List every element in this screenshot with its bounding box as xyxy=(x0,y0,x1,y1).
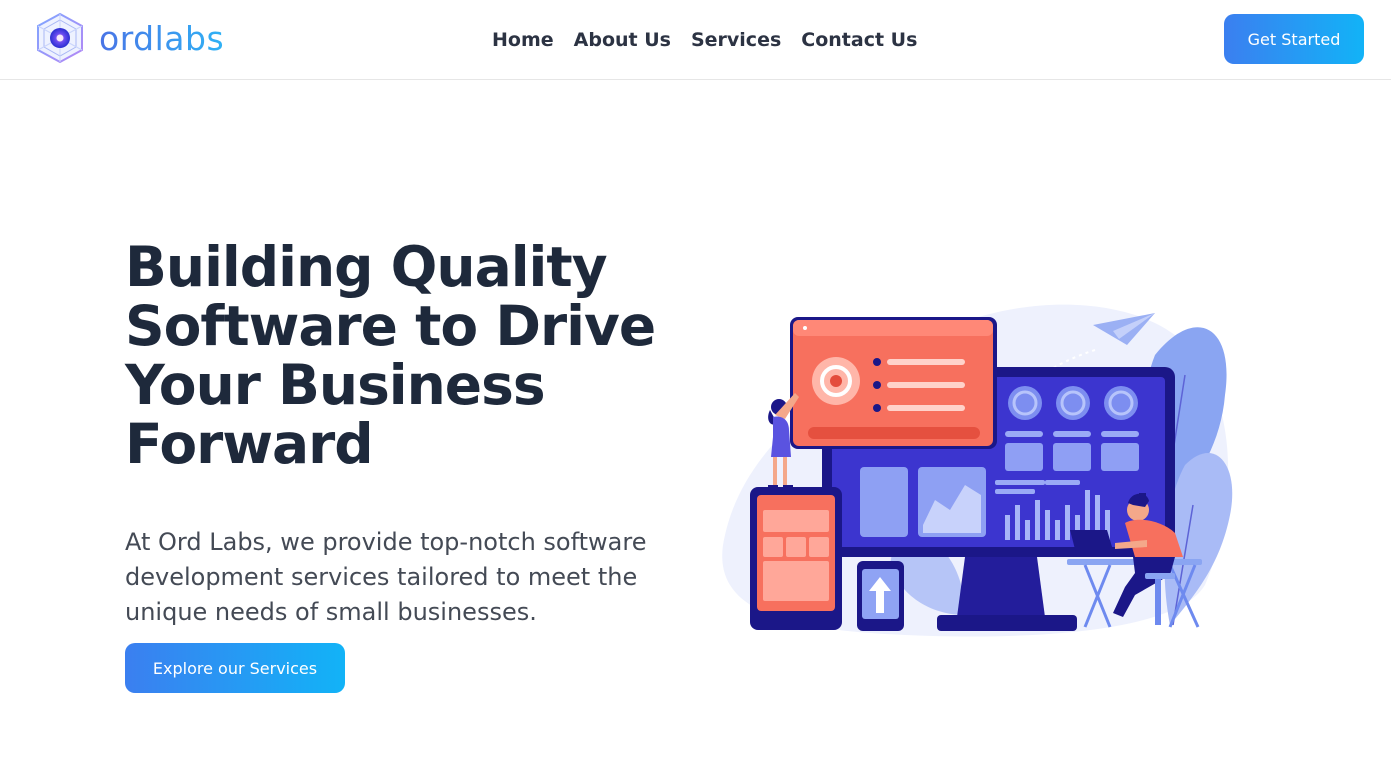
software-development-team-illustration xyxy=(722,304,1233,637)
logo[interactable]: ordlabs xyxy=(33,11,224,65)
nav-about-us[interactable]: About Us xyxy=(574,27,671,53)
explore-services-button[interactable]: Explore our Services xyxy=(125,643,345,693)
brand-name: ordlabs xyxy=(99,18,225,58)
hero-description: At Ord Labs, we provide top-notch softwa… xyxy=(125,528,647,626)
main-nav: Home About Us Services Contact Us xyxy=(492,27,917,53)
nav-services[interactable]: Services xyxy=(691,27,781,53)
site-header: ordlabs Home About Us Services Contact U… xyxy=(0,0,1391,80)
nav-home[interactable]: Home xyxy=(492,27,554,53)
hexagon-cube-logo-icon xyxy=(37,12,83,64)
get-started-button[interactable]: Get Started xyxy=(1224,14,1364,64)
hero-title: Building Quality Software to Drive Your … xyxy=(125,235,656,476)
nav-contact-us[interactable]: Contact Us xyxy=(801,27,917,53)
